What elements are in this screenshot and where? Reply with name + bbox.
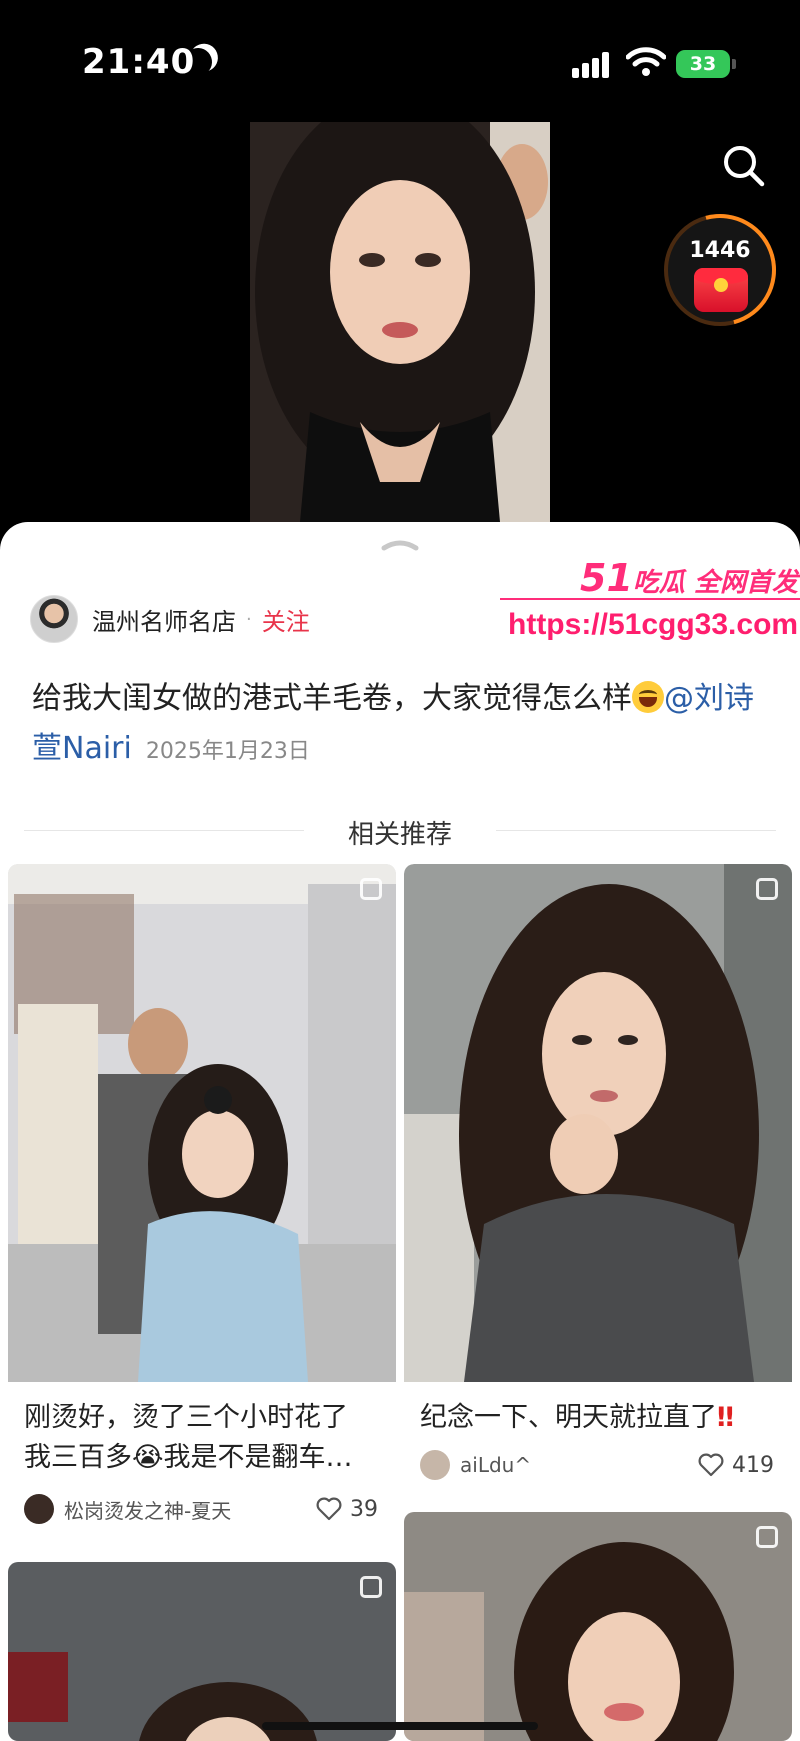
card-image bbox=[404, 864, 792, 1382]
search-icon[interactable] bbox=[718, 140, 772, 194]
card-title: 纪念一下、明天就拉直了‼ bbox=[420, 1398, 780, 1438]
recommend-card[interactable] bbox=[8, 1562, 396, 1741]
post-caption: 给我大闺女做的港式羊毛卷，大家觉得怎么样 @刘诗萱Nairi 2025年1月23日 bbox=[32, 674, 772, 777]
watermark-url: https://51cgg33.com bbox=[508, 608, 799, 641]
post-photo[interactable] bbox=[250, 122, 550, 522]
follow-button[interactable]: 关注 bbox=[262, 602, 310, 637]
reward-count: 1446 bbox=[689, 238, 751, 263]
post-date: 2025年1月23日 bbox=[145, 739, 310, 764]
card-author-name: aiLdu^ bbox=[460, 1453, 532, 1477]
drag-handle-icon[interactable] bbox=[380, 536, 420, 552]
watermark: 51吃瓜 全网首发 https://51cgg33.com bbox=[500, 556, 800, 656]
recommend-card[interactable] bbox=[404, 1512, 792, 1741]
watermark-brand: 51吃瓜 全网首发 bbox=[580, 556, 798, 600]
multi-image-icon bbox=[360, 878, 382, 900]
avatar[interactable] bbox=[30, 595, 78, 643]
card-title-text: 纪念一下、明天就拉直了 bbox=[420, 1402, 717, 1433]
like-count: 39 bbox=[350, 1496, 378, 1522]
card-title-line: 我三百多😭我是不是翻车… bbox=[24, 1442, 353, 1473]
card-image-art bbox=[404, 864, 792, 1382]
card-author[interactable]: 松岗烫发之神-夏天 bbox=[24, 1492, 231, 1526]
post-photo-image bbox=[250, 122, 550, 522]
recommend-card[interactable]: 刚烫好，烫了三个小时花了 我三百多😭我是不是翻车… 松岗烫发之神-夏天 39 bbox=[8, 864, 396, 1554]
separator-dot: · bbox=[246, 608, 252, 630]
avatar bbox=[420, 1450, 450, 1480]
like-count: 419 bbox=[732, 1452, 774, 1478]
card-author-name: 松岗烫发之神-夏天 bbox=[64, 1498, 232, 1523]
section-title: 相关推荐 bbox=[347, 820, 452, 850]
status-time: 21:40 bbox=[82, 42, 196, 82]
like-button[interactable]: 39 bbox=[316, 1492, 378, 1526]
avatar bbox=[24, 1494, 54, 1524]
reward-widget[interactable]: 1446 bbox=[643, 193, 797, 347]
status-bar: 21:40 33 bbox=[0, 0, 800, 120]
watermark-line bbox=[500, 598, 800, 600]
heart-icon bbox=[698, 1453, 724, 1477]
card-author[interactable]: aiLdu^ bbox=[420, 1448, 531, 1482]
card-title: 刚烫好，烫了三个小时花了 我三百多😭我是不是翻车… bbox=[24, 1398, 384, 1478]
card-image-art bbox=[8, 864, 396, 1382]
heart-icon bbox=[316, 1497, 342, 1521]
red-packet-icon bbox=[694, 268, 748, 312]
divider bbox=[496, 830, 776, 831]
related-section-header: 相关推荐 bbox=[24, 810, 776, 850]
card-image-art bbox=[8, 1562, 396, 1741]
card-image bbox=[8, 864, 396, 1382]
author-name[interactable]: 温州名师名店 bbox=[92, 602, 236, 637]
author-row: 温州名师名店 · 关注 bbox=[30, 594, 310, 644]
signal-icon bbox=[572, 52, 612, 78]
caption-text: 给我大闺女做的港式羊毛卷，大家觉得怎么样 bbox=[32, 681, 632, 716]
double-exclamation-icon: ‼ bbox=[717, 1402, 734, 1433]
card-title-line: 刚烫好，烫了三个小时花了 bbox=[24, 1402, 348, 1433]
wifi-icon bbox=[626, 47, 666, 76]
battery-icon: 33 bbox=[676, 50, 736, 78]
like-button[interactable]: 419 bbox=[698, 1448, 774, 1482]
recommend-card[interactable]: 纪念一下、明天就拉直了‼ aiLdu^ 419 bbox=[404, 864, 792, 1504]
grin-emoji-icon bbox=[632, 681, 664, 713]
app-screen: 21:40 33 1446 温州名师名店 · 关注 给我大闺女做的港式羊毛卷，大… bbox=[0, 0, 800, 1741]
multi-image-icon bbox=[360, 1576, 382, 1598]
multi-image-icon bbox=[756, 878, 778, 900]
multi-image-icon bbox=[756, 1526, 778, 1548]
watermark-brand-text: 吃瓜 全网首发 bbox=[632, 568, 798, 598]
watermark-brand-num: 51 bbox=[580, 556, 633, 600]
home-indicator[interactable] bbox=[262, 1722, 538, 1730]
card-image-art bbox=[404, 1512, 792, 1741]
